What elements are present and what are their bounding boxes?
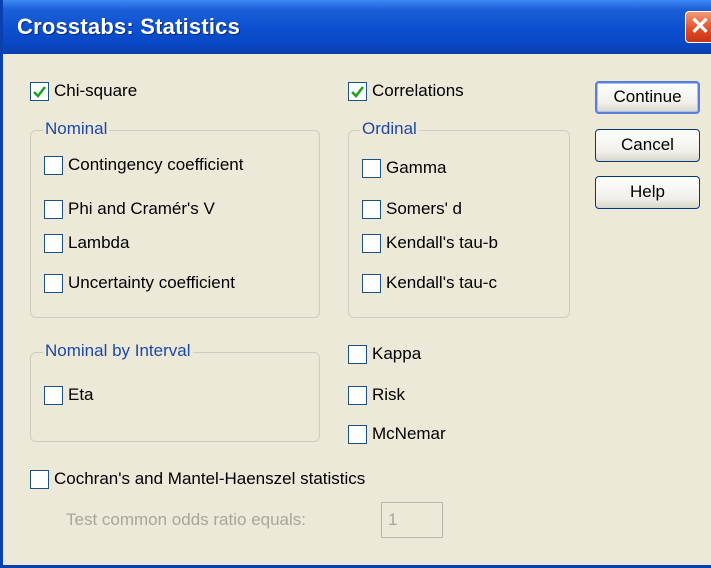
lambda-label: Lambda — [68, 233, 130, 252]
gamma-checkbox[interactable]: Gamma — [362, 158, 446, 178]
contingency-coefficient-label: Contingency coefficient — [68, 155, 244, 174]
checkmark-icon — [33, 85, 47, 98]
checkbox-box[interactable] — [348, 424, 367, 444]
phi-cramers-v-checkbox[interactable]: Phi and Cramér's V — [44, 199, 215, 219]
correlations-checkbox[interactable]: Correlations — [348, 81, 464, 101]
eta-checkbox[interactable]: Eta — [44, 385, 94, 405]
risk-label: Risk — [372, 385, 406, 404]
dialog-title: Crosstabs: Statistics — [17, 14, 241, 39]
contingency-coefficient-checkbox[interactable]: Contingency coefficient — [44, 155, 243, 175]
nominal-legend: Nominal — [43, 119, 110, 139]
risk-checkbox[interactable]: Risk — [348, 385, 405, 405]
kappa-checkbox[interactable]: Kappa — [348, 344, 421, 364]
mcnemar-checkbox[interactable]: McNemar — [348, 424, 446, 444]
close-icon: ✕ — [689, 13, 711, 40]
uncertainty-coefficient-label: Uncertainty coefficient — [68, 273, 235, 292]
phi-cramers-v-label: Phi and Cramér's V — [68, 199, 215, 218]
checkbox-box[interactable] — [30, 469, 49, 489]
lambda-checkbox[interactable]: Lambda — [44, 233, 129, 253]
checkbox-box[interactable] — [362, 273, 381, 293]
correlations-label: Correlations — [372, 81, 464, 100]
kendalls-tau-c-checkbox[interactable]: Kendall's tau-c — [362, 273, 497, 293]
checkbox-box[interactable] — [44, 385, 63, 405]
checkmark-icon — [351, 85, 365, 98]
cochran-mantel-haenszel-checkbox[interactable]: Cochran's and Mantel-Haenszel statistics — [30, 469, 365, 489]
checkbox-box[interactable] — [348, 385, 367, 405]
kendalls-tau-b-checkbox[interactable]: Kendall's tau-b — [362, 233, 498, 253]
nominal-by-interval-legend: Nominal by Interval — [43, 341, 193, 361]
mcnemar-label: McNemar — [372, 424, 446, 443]
checkbox-box[interactable] — [30, 81, 49, 101]
kendalls-tau-c-label: Kendall's tau-c — [386, 273, 497, 292]
eta-label: Eta — [68, 385, 94, 404]
checkbox-box[interactable] — [44, 155, 63, 175]
checkbox-box[interactable] — [348, 81, 367, 101]
chi-square-checkbox[interactable]: Chi-square — [30, 81, 137, 101]
checkbox-box[interactable] — [44, 273, 63, 293]
gamma-label: Gamma — [386, 158, 447, 177]
help-button[interactable]: Help — [595, 176, 700, 209]
checkbox-box[interactable] — [362, 199, 381, 219]
checkbox-box[interactable] — [44, 233, 63, 253]
uncertainty-coefficient-checkbox[interactable]: Uncertainty coefficient — [44, 273, 235, 293]
crosstabs-statistics-dialog: Crosstabs: Statistics ✕ Chi-square Corre… — [0, 0, 711, 568]
checkbox-box[interactable] — [362, 233, 381, 253]
cancel-button[interactable]: Cancel — [595, 129, 700, 162]
cochran-mantel-haenszel-label: Cochran's and Mantel-Haenszel statistics — [54, 469, 366, 488]
kappa-label: Kappa — [372, 344, 422, 363]
ordinal-legend: Ordinal — [360, 119, 419, 139]
title-bar: Crosstabs: Statistics ✕ — [3, 0, 711, 54]
odds-ratio-label: Test common odds ratio equals: — [66, 510, 307, 529]
chi-square-label: Chi-square — [54, 81, 138, 100]
checkbox-box[interactable] — [362, 158, 381, 178]
odds-ratio-input[interactable] — [381, 502, 443, 538]
somers-d-checkbox[interactable]: Somers' d — [362, 199, 462, 219]
continue-button[interactable]: Continue — [595, 81, 700, 114]
checkbox-box[interactable] — [348, 344, 367, 364]
kendalls-tau-b-label: Kendall's tau-b — [386, 233, 498, 252]
somers-d-label: Somers' d — [386, 199, 462, 218]
checkbox-box[interactable] — [44, 199, 63, 219]
close-button[interactable]: ✕ — [685, 11, 711, 43]
